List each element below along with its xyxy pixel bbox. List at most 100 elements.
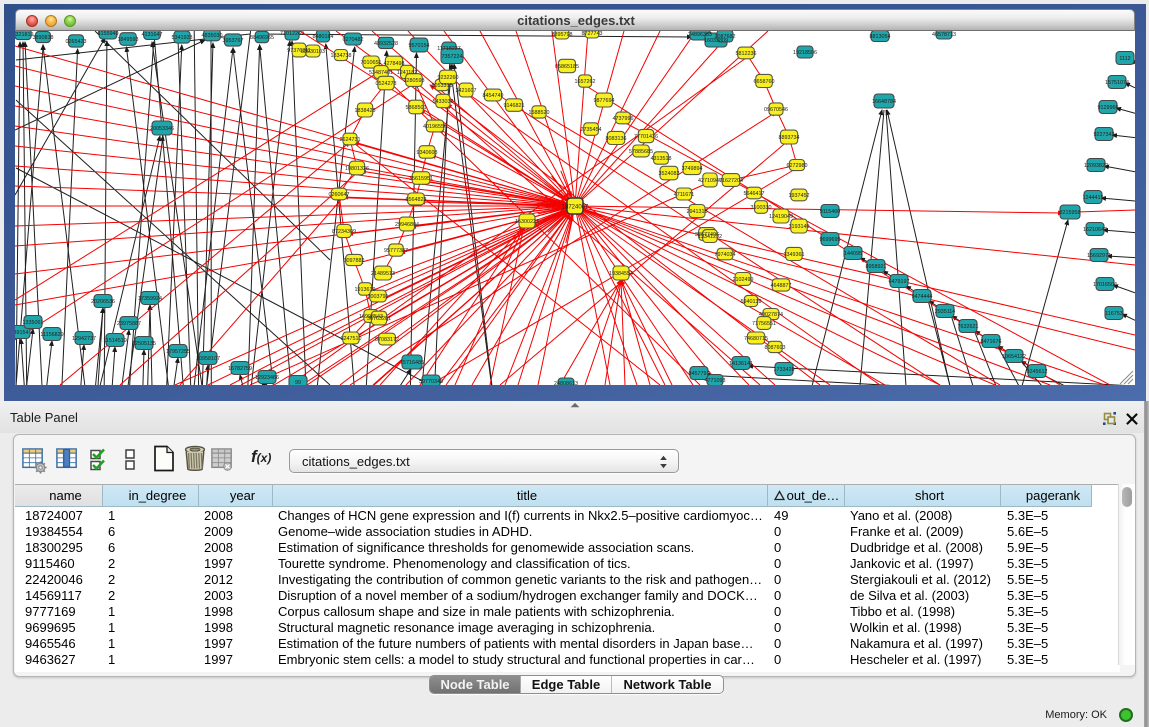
svg-text:01627204: 01627204 — [719, 178, 743, 184]
svg-text:1937452: 1937452 — [789, 193, 810, 199]
svg-text:17016504: 17016504 — [1093, 282, 1117, 288]
svg-text:9245612: 9245612 — [1027, 369, 1048, 375]
svg-text:4711671: 4711671 — [674, 192, 695, 198]
svg-text:9227342: 9227342 — [1094, 132, 1115, 138]
svg-text:1241182: 1241182 — [397, 70, 418, 76]
svg-text:57885685: 57885685 — [629, 149, 653, 155]
svg-text:1349361: 1349361 — [784, 252, 805, 258]
svg-text:5940139: 5940139 — [741, 299, 762, 305]
svg-text:42710947: 42710947 — [698, 178, 722, 184]
svg-text:1838425: 1838425 — [355, 108, 376, 114]
svg-text:18724007: 18724007 — [562, 205, 589, 211]
svg-text:116753: 116753 — [1105, 311, 1123, 317]
svg-text:8895798: 8895798 — [552, 32, 573, 38]
svg-text:4278498: 4278498 — [384, 61, 405, 67]
svg-text:7357224: 7357224 — [442, 54, 463, 60]
svg-text:0265423: 0265423 — [66, 39, 87, 45]
svg-text:3890838: 3890838 — [33, 35, 54, 41]
svg-text:15300223: 15300223 — [515, 219, 539, 225]
svg-text:8471676: 8471676 — [981, 339, 1002, 345]
svg-text:6658760: 6658760 — [754, 79, 775, 85]
svg-text:8727743: 8727743 — [582, 31, 603, 37]
svg-text:10654122: 10654122 — [1002, 354, 1026, 360]
svg-text:1657262: 1657262 — [575, 79, 596, 85]
svg-text:7010651: 7010651 — [361, 60, 382, 66]
svg-text:49027874: 49027874 — [759, 312, 783, 318]
svg-text:11514519: 11514519 — [103, 338, 127, 344]
svg-text:4313518: 4313518 — [651, 156, 672, 162]
svg-text:11718227: 11718227 — [437, 46, 461, 52]
svg-text:9129966: 9129966 — [1098, 105, 1119, 111]
svg-text:16210643: 16210643 — [1083, 227, 1107, 233]
svg-text:19384554: 19384554 — [609, 271, 633, 277]
svg-text:6272980: 6272980 — [787, 163, 808, 169]
svg-text:05865185: 05865185 — [555, 64, 579, 70]
svg-text:29946804: 29946804 — [395, 222, 419, 228]
svg-text:1733426: 1733426 — [774, 367, 795, 373]
svg-text:9699695: 9699695 — [820, 237, 841, 243]
svg-text:9457791: 9457791 — [689, 371, 710, 377]
svg-text:8454749: 8454749 — [483, 93, 504, 99]
svg-text:10801326: 10801326 — [345, 166, 369, 172]
svg-text:5053315: 5053315 — [432, 83, 453, 89]
svg-text:6564823: 6564823 — [406, 197, 427, 203]
svg-text:12093822: 12093822 — [1084, 163, 1108, 169]
svg-text:1112: 1112 — [1119, 56, 1130, 62]
svg-text:2102499: 2102499 — [733, 277, 754, 283]
svg-text:59770348: 59770348 — [419, 379, 443, 385]
svg-text:7974034: 7974034 — [715, 252, 736, 258]
svg-text:0097882: 0097882 — [344, 258, 365, 264]
svg-text:10958107: 10958107 — [196, 356, 220, 362]
svg-text:53487401: 53487401 — [369, 70, 393, 76]
svg-text:48932528: 48932528 — [374, 41, 398, 47]
svg-text:09670546: 09670546 — [764, 107, 788, 113]
svg-text:1280598: 1280598 — [404, 78, 425, 84]
svg-text:7632621: 7632621 — [958, 324, 979, 330]
svg-text:20206536: 20206536 — [91, 299, 115, 305]
svg-text:1335061: 1335061 — [23, 320, 44, 326]
svg-text:21489513: 21489513 — [371, 271, 395, 277]
svg-text:17359924: 17359924 — [138, 296, 162, 302]
svg-text:12505135: 12505135 — [132, 341, 156, 347]
svg-text:5341928: 5341928 — [172, 35, 193, 41]
svg-text:88496965: 88496965 — [250, 35, 274, 41]
svg-text:2003791: 2003791 — [368, 294, 389, 300]
svg-text:14136141: 14136141 — [729, 361, 753, 367]
svg-text:3321819: 3321819 — [15, 32, 34, 38]
svg-text:15692971: 15692971 — [1087, 253, 1111, 259]
svg-text:5646417: 5646417 — [744, 191, 765, 197]
svg-text:9115460: 9115460 — [820, 209, 841, 215]
svg-text:16782759: 16782759 — [228, 366, 252, 372]
svg-text:3749894: 3749894 — [682, 166, 703, 172]
svg-text:15751074: 15751074 — [1105, 80, 1129, 86]
svg-text:24808613: 24808613 — [554, 381, 578, 385]
svg-text:4737996: 4737996 — [613, 116, 634, 122]
svg-text:0260647: 0260647 — [329, 192, 350, 198]
svg-text:17957255: 17957255 — [166, 349, 190, 355]
svg-text:36763201: 36763201 — [367, 316, 391, 322]
svg-text:3953767: 3953767 — [223, 38, 244, 44]
svg-text:1913619: 1913619 — [355, 287, 376, 293]
svg-text:6479197: 6479197 — [889, 279, 910, 285]
svg-text:19218506: 19218506 — [793, 50, 817, 56]
svg-text:8813054: 8813054 — [870, 34, 891, 40]
svg-text:2087682: 2087682 — [715, 34, 736, 40]
svg-text:23975887: 23975887 — [117, 321, 141, 327]
svg-text:35615951: 35615951 — [409, 176, 433, 182]
svg-text:2735454: 2735454 — [581, 127, 602, 133]
svg-text:46578713: 46578713 — [932, 32, 956, 38]
svg-text:2941318: 2941318 — [687, 209, 708, 215]
svg-text:97376311: 97376311 — [287, 48, 311, 54]
svg-text:9570154: 9570154 — [409, 43, 430, 49]
svg-text:8083136: 8083136 — [606, 136, 627, 142]
svg-text:77701436: 77701436 — [634, 134, 658, 140]
svg-text:40196556: 40196556 — [423, 124, 447, 130]
svg-text:71012269: 71012269 — [280, 31, 304, 37]
svg-text:1834738: 1834738 — [331, 53, 352, 59]
svg-text:6247510: 6247510 — [341, 336, 362, 342]
svg-text:9474444: 9474444 — [912, 294, 933, 300]
svg-text:2624731: 2624731 — [340, 137, 361, 143]
svg-text:8893734: 8893734 — [779, 135, 800, 141]
svg-text:0524278: 0524278 — [376, 81, 397, 87]
svg-text:3193149: 3193149 — [789, 224, 810, 230]
